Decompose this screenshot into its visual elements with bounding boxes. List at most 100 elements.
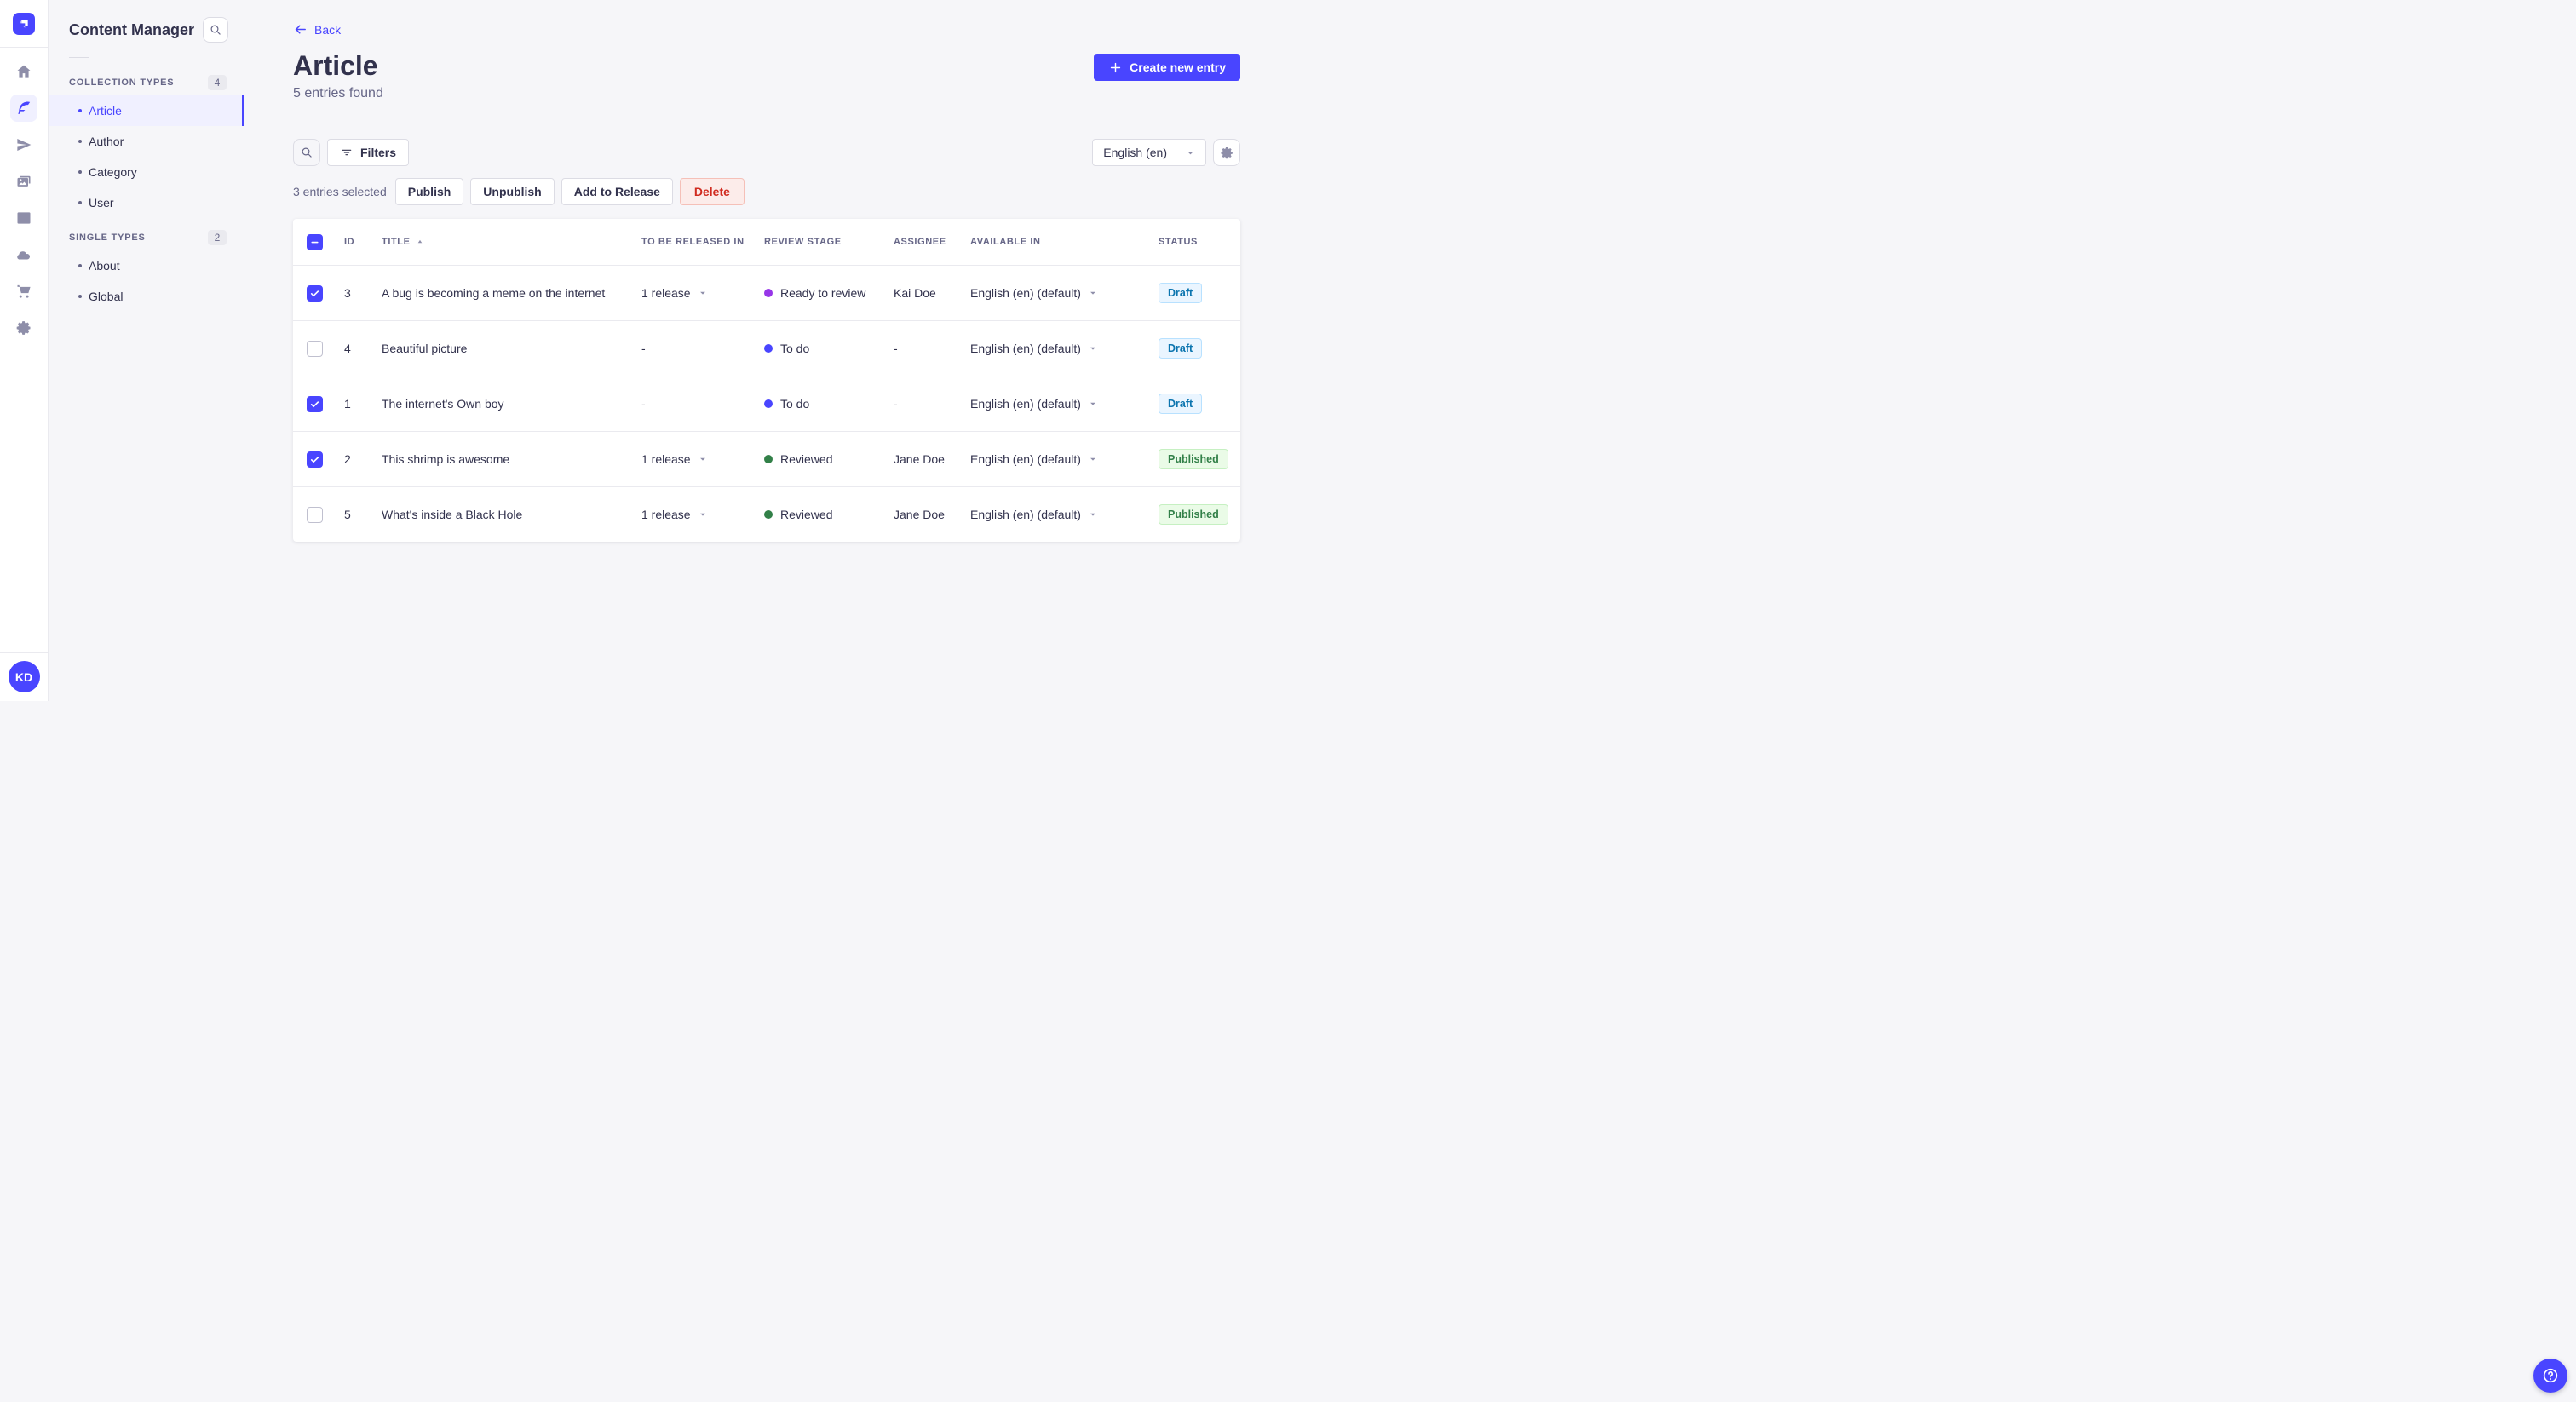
table-row[interactable]: 2 This shrimp is awesome 1 release Reviewed… <box>293 431 1240 486</box>
publish-button[interactable]: Publish <box>394 178 464 205</box>
nav-item-media-library[interactable] <box>10 168 37 195</box>
sidebar-item-global[interactable]: Global <box>49 281 244 312</box>
app-root: KD Content Manager COLLECTION TYPES 4 Arti… <box>0 0 2567 1393</box>
row-checkbox[interactable] <box>307 340 323 357</box>
strapi-logo[interactable] <box>13 13 35 35</box>
row-assignee: Kai Doe <box>894 286 936 300</box>
view-settings-button[interactable] <box>1213 139 1240 166</box>
table-header-row: ID TITLE TO BE RELEASED IN REVIEW STAGE … <box>293 219 1240 265</box>
filters-label: Filters <box>360 146 397 159</box>
row-locale[interactable]: English (en) (default) <box>970 397 1159 411</box>
row-release[interactable]: 1 release <box>641 452 764 466</box>
nav-item-content-type-builder[interactable] <box>10 204 37 232</box>
column-header-assignee[interactable]: ASSIGNEE <box>894 237 970 247</box>
row-release[interactable]: 1 release <box>641 508 764 521</box>
row-review-stage: To do <box>764 342 894 355</box>
add-to-release-button[interactable]: Add to Release <box>561 178 673 205</box>
row-locale[interactable]: English (en) (default) <box>970 286 1159 300</box>
sidebar-item-label: Global <box>89 290 124 303</box>
create-entry-button[interactable]: Create new entry <box>1094 54 1240 81</box>
nav-item-home[interactable] <box>10 58 37 85</box>
sidebar-item-label: About <box>89 259 120 273</box>
chevron-down-icon <box>1090 291 1095 295</box>
column-header-id[interactable]: ID <box>344 237 382 247</box>
user-avatar[interactable]: KD <box>8 661 40 692</box>
column-header-release[interactable]: TO BE RELEASED IN <box>641 237 764 247</box>
gear-icon <box>1220 147 1233 158</box>
sidebar-item-category[interactable]: Category <box>49 157 244 187</box>
nav-item-deploy[interactable] <box>10 241 37 268</box>
row-review-stage: Ready to review <box>764 286 894 300</box>
status-badge: Published <box>1159 449 1228 469</box>
table-row[interactable]: 4 Beautiful picture - To do - English (en) (d… <box>293 320 1240 376</box>
stage-dot-icon <box>764 510 773 519</box>
section-label: COLLECTION TYPES <box>69 78 175 88</box>
check-icon <box>310 290 319 296</box>
bullet-icon <box>78 170 82 174</box>
row-checkbox[interactable] <box>307 451 323 468</box>
column-header-title[interactable]: TITLE <box>382 237 641 247</box>
list-search-button[interactable] <box>293 139 320 166</box>
row-id: 5 <box>344 508 351 521</box>
section-count-badge: 4 <box>208 75 227 90</box>
subnav-divider <box>69 57 89 58</box>
nav-item-content-manager[interactable] <box>10 95 37 122</box>
row-assignee: Jane Doe <box>894 452 945 466</box>
subnav-sections: COLLECTION TYPES 4 Article Author Category Us… <box>49 63 244 312</box>
table-row[interactable]: 3 A bug is becoming a meme on the interne… <box>293 265 1240 320</box>
nav-item-releases[interactable] <box>10 131 37 158</box>
column-header-review-stage[interactable]: REVIEW STAGE <box>764 237 894 247</box>
nav-icon-list <box>10 48 37 652</box>
bullet-icon <box>78 264 82 267</box>
row-checkbox[interactable] <box>307 395 323 412</box>
row-status: Published <box>1159 449 1228 469</box>
column-header-status[interactable]: STATUS <box>1159 237 1227 247</box>
row-review-stage: To do <box>764 397 894 411</box>
help-button[interactable] <box>2533 1359 2567 1393</box>
main-nav: KD <box>0 0 49 701</box>
back-link[interactable]: Back <box>293 22 341 37</box>
stage-dot-icon <box>764 399 773 408</box>
content-manager-icon <box>18 101 31 114</box>
stage-dot-icon <box>764 289 773 297</box>
sidebar-item-label: Article <box>89 104 122 118</box>
sidebar-item-label: User <box>89 196 114 210</box>
delete-button[interactable]: Delete <box>679 178 745 205</box>
content-manager-subnav: Content Manager COLLECTION TYPES 4 Article… <box>49 0 244 701</box>
releases-icon <box>17 139 32 151</box>
bullet-icon <box>78 109 82 112</box>
strapi-logo-glyph <box>20 20 28 28</box>
back-label: Back <box>314 22 342 37</box>
row-id: 2 <box>344 452 351 466</box>
sidebar-item-about[interactable]: About <box>49 250 244 281</box>
stage-dot-icon <box>764 344 773 353</box>
sidebar-item-article[interactable]: Article <box>49 95 244 126</box>
table-row[interactable]: 1 The internet's Own boy - To do - English (e… <box>293 376 1240 431</box>
column-header-available-in[interactable]: AVAILABLE IN <box>970 237 1159 247</box>
row-locale[interactable]: English (en) (default) <box>970 508 1159 521</box>
sidebar-item-user[interactable]: User <box>49 187 244 218</box>
row-title: This shrimp is awesome <box>382 452 510 466</box>
select-all-checkbox[interactable] <box>307 233 323 250</box>
row-release[interactable]: 1 release <box>641 286 764 300</box>
row-locale[interactable]: English (en) (default) <box>970 342 1159 355</box>
unpublish-button[interactable]: Unpublish <box>470 178 555 205</box>
row-assignee: - <box>894 397 898 411</box>
row-status: Draft <box>1159 394 1227 414</box>
check-icon <box>310 400 319 407</box>
subnav-search-button[interactable] <box>203 17 228 43</box>
filters-button[interactable]: Filters <box>327 139 410 166</box>
row-locale[interactable]: English (en) (default) <box>970 452 1159 466</box>
row-review-stage: Reviewed <box>764 508 894 521</box>
table-row[interactable]: 5 What's inside a Black Hole 1 release Revi… <box>293 486 1240 542</box>
nav-item-marketplace[interactable] <box>10 278 37 305</box>
chevron-down-icon <box>699 513 705 516</box>
row-checkbox[interactable] <box>307 506 323 523</box>
nav-item-settings[interactable] <box>10 314 37 342</box>
sidebar-item-author[interactable]: Author <box>49 126 244 157</box>
subnav-title: Content Manager <box>69 20 195 38</box>
sidebar-item-label: Category <box>89 165 137 179</box>
row-checkbox[interactable] <box>307 284 323 302</box>
locale-select[interactable]: English (en) <box>1092 139 1206 166</box>
bullet-icon <box>78 140 82 143</box>
